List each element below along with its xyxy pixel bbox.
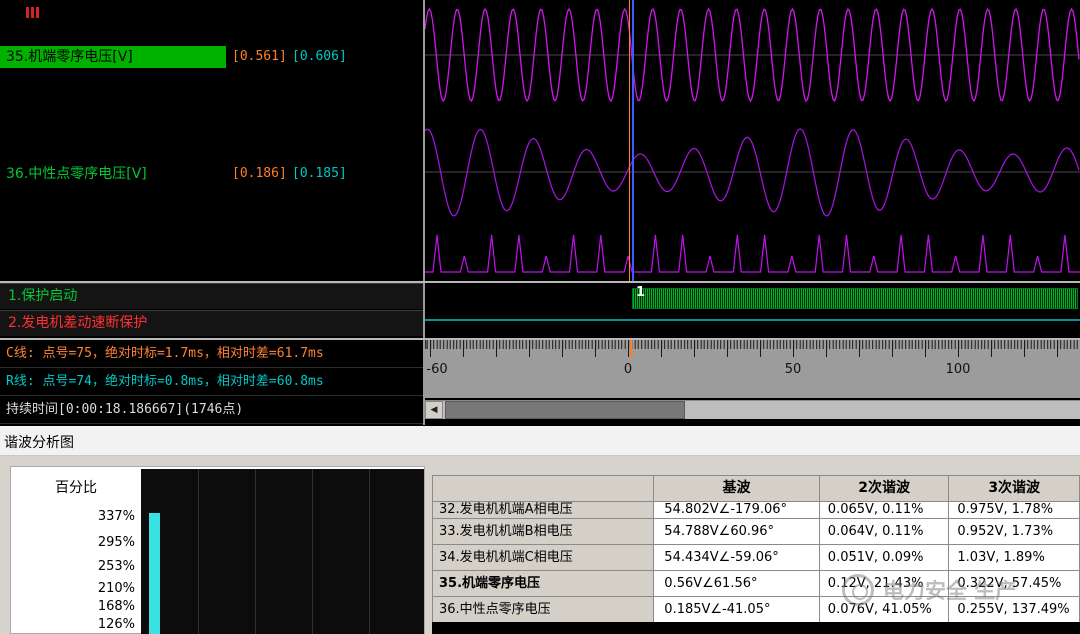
ruler-major-ticks — [425, 340, 1080, 357]
channel-35-c-value: [0.561] — [232, 46, 287, 68]
channel-35-label[interactable]: 35.机端零序电压[V] — [0, 46, 226, 68]
channel-36-r-value: [0.185] — [292, 163, 347, 185]
grid-line — [369, 469, 370, 634]
digital-channel-2-label: 2.发电机差动速断保护 — [8, 315, 147, 331]
duration-info: 持续时间[0:00:18.186667](1746点) — [0, 396, 423, 424]
harmonic-section-title: 谐波分析图 — [4, 432, 74, 452]
ruler-cursor-mark[interactable] — [630, 340, 632, 358]
row-36-3rd: 0.255V, 137.49% — [949, 597, 1079, 623]
ruler-label-100: 100 — [946, 362, 971, 377]
header-3rd-harmonic: 3次谐波 — [949, 476, 1079, 502]
cursor-info-panel: C线: 点号=75，绝对时标=1.7ms，相对时差=61.7ms R线: 点号=… — [0, 340, 423, 425]
row-36-2nd: 0.076V, 41.05% — [820, 597, 950, 623]
row-35-label: 35.机端零序电压 — [433, 571, 654, 597]
channel-36-label[interactable]: 36.中性点零序电压[V] — [0, 163, 226, 185]
ytick-126: 126% — [47, 617, 135, 632]
harmonic-plot-area — [141, 469, 424, 634]
waveform-display[interactable] — [425, 0, 1080, 281]
ruler-label-0: 0 — [624, 362, 632, 377]
digital-channel-1[interactable]: 1.保护启动 — [0, 283, 423, 310]
ytick-168: 168% — [47, 599, 135, 614]
harmonic-bar — [149, 513, 160, 634]
record-indicator-icon — [26, 7, 39, 18]
row-35-3rd: 0.322V, 57.45% — [949, 571, 1079, 597]
digital-channel-1-label: 1.保护启动 — [8, 288, 77, 304]
table-row-35-selected[interactable]: 35.机端零序电压 0.56V∠61.56° 0.12V, 21.43% 0.3… — [433, 571, 1079, 597]
fault-wave-analyzer-window: 35.机端零序电压[V] [0.561] [0.606] 36.中性点零序电压[… — [0, 0, 1080, 634]
row-33-label: 33.发电机机端B相电压 — [433, 519, 654, 545]
grid-line — [255, 469, 256, 634]
row-36-fundamental: 0.185V∠-41.05° — [654, 597, 820, 623]
chart-percent-label: 百分比 — [55, 477, 97, 497]
ruler-label-50: 50 — [785, 362, 802, 377]
ruler-label-m60: -60 — [426, 362, 447, 377]
row-33-2nd: 0.064V, 0.11% — [820, 519, 950, 545]
cursor-r-line[interactable] — [632, 0, 634, 281]
time-ruler[interactable]: -60 0 50 100 — [425, 340, 1080, 398]
row-32-fundamental: 54.802V∠-179.06° — [654, 502, 820, 519]
row-34-2nd: 0.051V, 0.09% — [820, 545, 950, 571]
channel-35-r-value: [0.606] — [292, 46, 347, 68]
row-34-label: 34.发电机机端C相电压 — [433, 545, 654, 571]
harmonic-chart-panel: 百分比 337% 295% 253% 210% 168% 126% — [10, 466, 425, 634]
oscillogram-section: 35.机端零序电压[V] [0.561] [0.606] 36.中性点零序电压[… — [0, 0, 1080, 426]
ytick-253: 253% — [47, 559, 135, 574]
row-35-fundamental: 0.56V∠61.56° — [654, 571, 820, 597]
table-row-36[interactable]: 36.中性点零序电压 0.185V∠-41.05° 0.076V, 41.05%… — [433, 597, 1079, 623]
cursor-c-line[interactable] — [629, 0, 630, 281]
c-line-info: C线: 点号=75，绝对时标=1.7ms，相对时差=61.7ms — [0, 340, 423, 368]
table-bottom-strip — [432, 622, 1080, 634]
row-32-2nd: 0.065V, 0.11% — [820, 502, 950, 519]
table-row-33[interactable]: 33.发电机机端B相电压 54.788V∠60.96° 0.064V, 0.11… — [433, 519, 1079, 545]
row-34-3rd: 1.03V, 1.89% — [949, 545, 1079, 571]
table-row-34[interactable]: 34.发电机机端C相电压 54.434V∠-59.06° 0.051V, 0.0… — [433, 545, 1079, 571]
digital-band-marker: 1 — [636, 285, 645, 300]
row-35-2nd: 0.12V, 21.43% — [820, 571, 950, 597]
table-header-row: 基波 2次谐波 3次谐波 — [433, 476, 1079, 502]
row-33-3rd: 0.952V, 1.73% — [949, 519, 1079, 545]
scrollbar-thumb[interactable] — [445, 401, 685, 419]
row-36-label: 36.中性点零序电压 — [433, 597, 654, 623]
digital-trace-area[interactable]: 1 — [425, 283, 1080, 338]
digital-channel-labels: 1.保护启动 2.发电机差动速断保护 — [0, 283, 423, 338]
harmonic-table: 基波 2次谐波 3次谐波 32.发电机机端A相电压 54.802V∠-179.0… — [432, 475, 1080, 623]
row-32-label: 32.发电机机端A相电压 — [433, 502, 654, 519]
header-fundamental: 基波 — [654, 476, 819, 502]
r-line-info: R线: 点号=74，绝对时标=0.8ms，相对时差=60.8ms — [0, 368, 423, 396]
digital-active-band — [632, 288, 1078, 309]
channel-36-c-value: [0.186] — [232, 163, 287, 185]
table-row-32[interactable]: 32.发电机机端A相电压 54.802V∠-179.06° 0.065V, 0.… — [433, 502, 1079, 519]
header-2nd-harmonic: 2次谐波 — [820, 476, 950, 502]
row-32-3rd: 0.975V, 1.78% — [949, 502, 1079, 519]
ytick-210: 210% — [47, 581, 135, 596]
horizontal-scrollbar[interactable]: ◀ — [425, 400, 1080, 419]
digital-trace-2-line — [425, 319, 1080, 321]
ytick-337: 337% — [47, 509, 135, 524]
grid-line — [312, 469, 313, 634]
waveform-traces — [425, 0, 1080, 281]
harmonic-title-strip — [0, 426, 1080, 456]
channel-row-35: 35.机端零序电压[V] [0.561] [0.606] — [0, 46, 226, 68]
grid-line — [198, 469, 199, 634]
header-channel — [433, 476, 654, 502]
channel-row-36: 36.中性点零序电压[V] [0.186] [0.185] — [0, 163, 226, 185]
ytick-295: 295% — [47, 535, 135, 550]
digital-channel-2[interactable]: 2.发电机差动速断保护 — [0, 310, 423, 337]
row-34-fundamental: 54.434V∠-59.06° — [654, 545, 820, 571]
scroll-left-button[interactable]: ◀ — [425, 401, 443, 419]
row-33-fundamental: 54.788V∠60.96° — [654, 519, 820, 545]
